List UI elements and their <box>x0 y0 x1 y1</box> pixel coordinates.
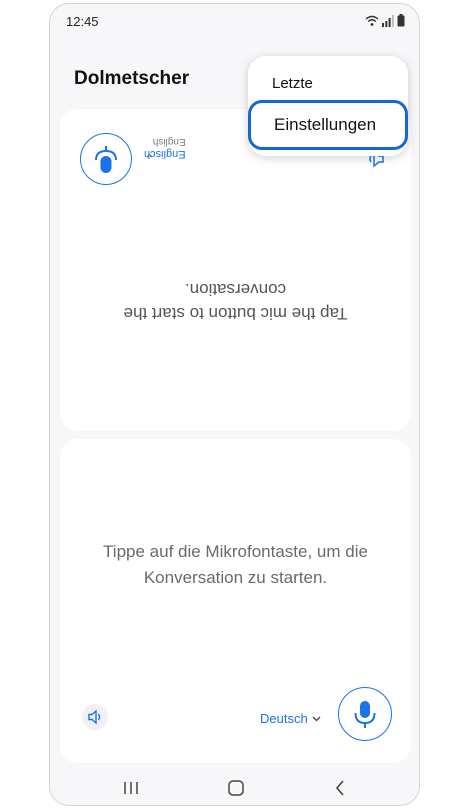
bottom-language-label: Deutsch <box>260 711 308 726</box>
top-language-selector[interactable]: Englisch English <box>144 135 186 160</box>
top-conversation-panel: ^ Englisch English Tap the mic button to… <box>60 109 411 431</box>
overflow-menu: Letzte Einstellungen <box>248 56 408 156</box>
bottom-instruction-text: Tippe auf die Mikrofontaste, um die Konv… <box>103 542 368 587</box>
home-icon <box>228 780 244 796</box>
mic-icon <box>354 701 376 728</box>
chevron-down-icon <box>312 716 321 721</box>
status-icons <box>365 14 405 27</box>
top-language-label: Englisch <box>144 148 186 160</box>
top-language-sublabel: English <box>152 136 186 147</box>
wifi-icon <box>365 15 379 26</box>
page-title: Dolmetscher <box>74 68 190 89</box>
recent-apps-button[interactable] <box>116 775 146 801</box>
status-bar: 12:45 <box>50 4 419 34</box>
bottom-speaker-button[interactable] <box>82 704 108 730</box>
system-navigation-bar <box>50 769 419 805</box>
recent-apps-icon <box>124 782 138 794</box>
home-button[interactable] <box>221 775 251 801</box>
status-time: 12:45 <box>66 14 99 29</box>
bottom-mic-button[interactable] <box>338 687 392 741</box>
signal-icon <box>382 14 394 27</box>
top-mic-button[interactable] <box>80 133 132 185</box>
speaker-icon <box>88 709 101 725</box>
menu-item-recent[interactable]: Letzte <box>272 75 313 92</box>
back-icon <box>335 780 344 796</box>
menu-item-settings[interactable]: Einstellungen <box>248 100 408 150</box>
phone-frame: 12:45 Dolmetscher ^ Englisch English Tap… <box>49 3 420 806</box>
battery-icon <box>397 14 405 27</box>
top-instruction-text: Tap the mic button to start the conversa… <box>123 280 348 323</box>
bottom-conversation-panel: Tippe auf die Mikrofontaste, um die Konv… <box>60 439 411 763</box>
bottom-language-selector[interactable]: Deutsch <box>260 711 321 726</box>
back-button[interactable] <box>325 775 355 801</box>
mic-icon <box>95 146 117 173</box>
